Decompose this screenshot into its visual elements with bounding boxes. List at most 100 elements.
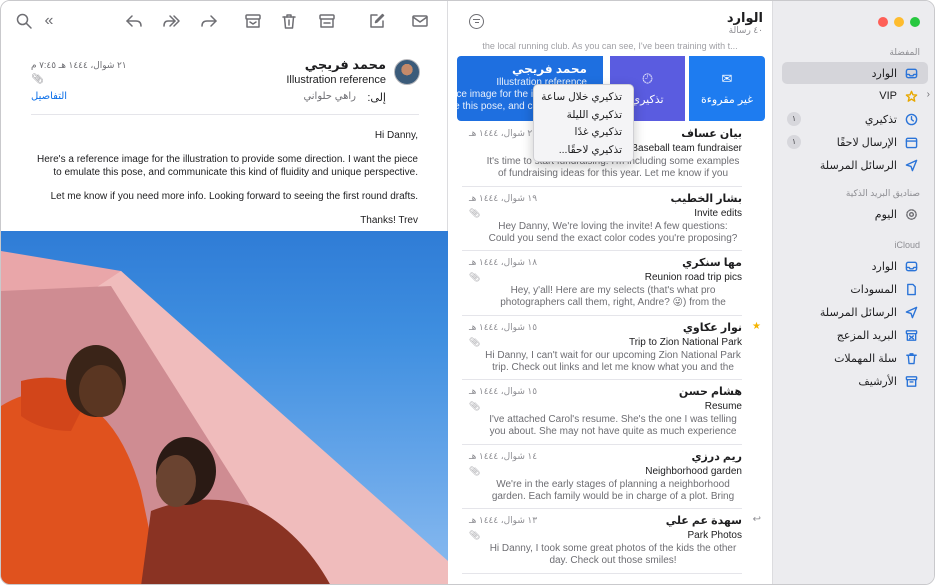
- body-paragraph: Hi Danny,: [374, 130, 418, 141]
- list-toolbar: الوارد ٤٠ رسالة: [448, 1, 772, 41]
- body-paragraph: Thanks! Trev: [360, 215, 418, 226]
- sidebar-item[interactable]: المسودات: [782, 278, 928, 300]
- message-subject: Trip to Zion National Park: [628, 336, 742, 348]
- to-label: إلى:: [367, 92, 386, 104]
- photo-illustration: [1, 251, 448, 584]
- replied-icon: ↩: [752, 514, 761, 525]
- details-link[interactable]: التفاصيل: [31, 91, 67, 102]
- clock-icon: [904, 112, 918, 126]
- message-row[interactable]: مها سنكري ١٨ شوال، ١٤٤٤ هـ 📎︎ Reunion road …: [448, 251, 772, 316]
- menu-item-remind-hour[interactable]: تذكيري خلال ساعة: [534, 89, 633, 107]
- message-list: بيان عساف ٢٠ شوال، ١٤٤٤ هـ Baseball team f…: [448, 122, 772, 574]
- sidebar-item-label: سلة المهملات: [834, 353, 897, 365]
- message-subject: Park Photos: [687, 530, 742, 541]
- favorites-heading: المفضلة: [889, 47, 920, 57]
- sidebar-item[interactable]: اليوم: [782, 203, 928, 225]
- sidebar-item-label: الرسائل المرسلة: [819, 160, 897, 172]
- message-subject: Neighborhood garden: [645, 465, 742, 477]
- compose-icon[interactable]: [367, 11, 387, 31]
- message-row[interactable]: ★ نوار عكاوي ١٥ شوال، ١٤٤٤ هـ 📎︎ Trip to Zio…: [448, 316, 772, 380]
- junk-icon[interactable]: [317, 11, 337, 31]
- icloud-heading: iCloud: [894, 240, 920, 250]
- expand-icon[interactable]: «: [39, 11, 59, 31]
- reply-all-icon[interactable]: [162, 11, 182, 31]
- sidebar-item[interactable]: الوارد: [782, 255, 928, 277]
- count-badge: ١: [787, 112, 801, 126]
- paperclip-icon: 📎︎: [469, 401, 481, 411]
- sidebar: المفضلة الوارد VIP › تذكيري ١ الإرسال لاحقًا ١…: [773, 1, 934, 584]
- message-subject: Illustration reference: [286, 74, 386, 86]
- reply-icon[interactable]: [124, 11, 144, 31]
- remind-me-menu: تذكيري خلال ساعة تذكيري الليلة تذكيري غد…: [533, 84, 634, 162]
- sidebar-item[interactable]: الرسائل المرسلة: [782, 154, 928, 176]
- message-preview: We're in the early stages of planning a …: [491, 478, 735, 502]
- row-divider: [462, 572, 742, 574]
- message-body: Hi Danny, Here's a reference image for t…: [31, 129, 418, 238]
- star-icon: [904, 89, 918, 103]
- message-sender: بيان عساف: [681, 128, 742, 140]
- message-subject: Invite edits: [694, 207, 742, 219]
- sidebar-item-label: الإرسال لاحقًا: [836, 137, 897, 149]
- message-row[interactable]: ريم درزي ١٤ شوال، ١٤٤٤ هـ 📎︎ Neighborhood g…: [448, 445, 772, 509]
- message-preview: Hi Danny, I took some great photos of th…: [489, 543, 737, 566]
- paperclip-icon: 📎︎: [469, 207, 481, 218]
- minimize-window-button[interactable]: [894, 17, 904, 27]
- sidebar-item[interactable]: VIP ›: [782, 85, 930, 107]
- zoom-window-button[interactable]: [910, 17, 920, 27]
- doc-icon: [904, 282, 918, 296]
- sidebar-item-label: الأرشيف: [858, 376, 897, 388]
- mail-window: « محمد فريجي Illustration reference إلى:…: [0, 0, 935, 585]
- sidebar-item-label: تذكيري: [864, 114, 897, 126]
- trash-icon: [904, 351, 918, 365]
- message-date: ١٩ شوال، ١٤٤٤ هـ: [469, 192, 538, 203]
- archive-icon: [904, 374, 918, 388]
- recipient-name[interactable]: راهي حلواني: [303, 91, 356, 102]
- menu-item-remind-tomorrow[interactable]: تذكيري غدًا: [534, 124, 633, 142]
- sidebar-item-label: VIP: [879, 90, 897, 102]
- envelope-icon: ✉︎: [721, 71, 733, 86]
- paperclip-icon: 📎︎: [469, 336, 481, 347]
- archive-icon[interactable]: [243, 11, 263, 31]
- message-row[interactable]: بشار الخطيب ١٩ شوال، ١٤٤٤ هـ 📎︎ Invite edit…: [448, 187, 772, 251]
- message-sender: ريم درزي: [691, 450, 742, 463]
- message-sender: نوار عكاوي: [682, 321, 742, 334]
- message-count: ٤٠ رسالة: [728, 25, 763, 35]
- message-date: ٢١ شوال، ١٤٤٤ هـ ٧:٤٥ م: [31, 60, 127, 70]
- menu-item-remind-later[interactable]: تذكيري لاحقًا...: [534, 142, 633, 160]
- sidebar-item-label: الوارد: [871, 68, 897, 80]
- paperplane-icon: [904, 305, 918, 319]
- search-icon[interactable]: [14, 11, 34, 31]
- junk-icon: [904, 328, 918, 342]
- previous-message-preview: the local running club. As you can see, …: [482, 41, 738, 51]
- sidebar-item[interactable]: تذكيري ١: [782, 108, 928, 130]
- close-window-button[interactable]: [878, 17, 888, 27]
- message-row[interactable]: ↩ سهدة عم علي ١٣ شوال، ١٤٤٤ هـ 📎︎ Park Photo…: [448, 509, 772, 574]
- message-preview: Hi Danny, I can't wait for our upcoming …: [485, 349, 741, 373]
- sidebar-item-label: الوارد: [871, 261, 897, 273]
- sidebar-item[interactable]: الوارد: [782, 62, 928, 84]
- sidebar-item[interactable]: البريد المزعج: [782, 324, 928, 346]
- message-row[interactable]: هشام حسن ١٥ شوال، ١٤٤٤ هـ 📎︎ Resume I've att…: [448, 380, 772, 445]
- sidebar-item-label: اليوم: [874, 209, 897, 221]
- message-subject: Baseball team fundraiser: [631, 143, 742, 154]
- chevron-right-icon[interactable]: ›: [927, 89, 930, 100]
- body-paragraph: Let me know if you need more info. Looki…: [50, 191, 418, 202]
- sidebar-item[interactable]: سلة المهملات: [782, 347, 928, 369]
- message-sender: هشام حسن: [678, 386, 742, 398]
- sidebar-item[interactable]: الرسائل المرسلة: [782, 301, 928, 323]
- get-mail-icon[interactable]: [410, 11, 430, 31]
- sidebar-item-label: المسودات: [850, 284, 897, 296]
- menu-item-remind-tonight[interactable]: تذكيري الليلة: [534, 107, 633, 125]
- filter-icon[interactable]: [469, 14, 484, 29]
- paperclip-icon: 📎︎: [469, 465, 481, 476]
- message-preview: I've attached Carol's resume. She's the …: [489, 414, 737, 437]
- sidebar-item[interactable]: الأرشيف: [782, 370, 928, 392]
- header-divider: [31, 114, 419, 115]
- paperclip-icon: 📎︎: [469, 272, 481, 282]
- sidebar-item[interactable]: الإرسال لاحقًا ١: [782, 131, 928, 153]
- remind-me-label: تذكيري: [631, 94, 664, 106]
- forward-icon[interactable]: [199, 11, 219, 31]
- mark-unread-button[interactable]: ✉︎ غير مقروءة: [689, 56, 765, 121]
- attached-photo[interactable]: [1, 231, 448, 584]
- trash-icon[interactable]: [279, 11, 299, 31]
